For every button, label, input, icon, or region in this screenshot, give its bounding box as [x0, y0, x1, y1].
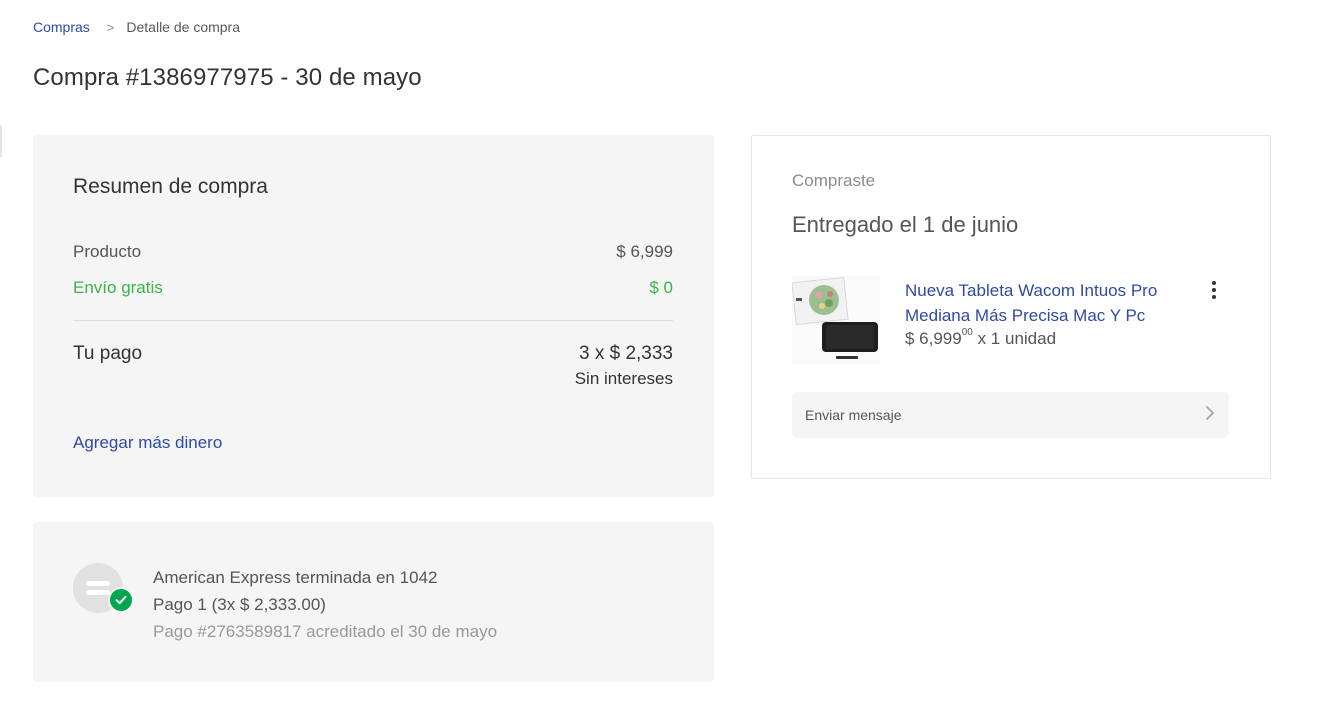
product-value: $ 6,999 — [616, 242, 673, 261]
product-label: Producto — [73, 242, 142, 261]
delivery-status: Entregado el 1 de junio — [792, 212, 1019, 237]
chevron-right-icon — [1205, 405, 1215, 426]
payment-card-name: American Express terminada en 1042 — [153, 568, 438, 587]
summary-title: Resumen de compra — [73, 175, 268, 198]
purchased-item-card: Compraste Entregado el 1 de junio Nueva … — [751, 135, 1271, 479]
payment-amount-block: 3 x $ 2,333 Sin intereses — [575, 343, 673, 389]
send-message-button[interactable]: Enviar mensaje — [792, 392, 1229, 438]
shipping-row: Envío gratis $ 0 — [73, 278, 673, 298]
summary-divider — [73, 320, 673, 321]
payment-row: Tu pago 3 x $ 2,333 Sin intereses — [73, 343, 673, 389]
breadcrumb-link-compras[interactable]: Compras — [33, 19, 90, 35]
shipping-value: $ 0 — [649, 278, 673, 297]
left-edge-divider — [0, 125, 2, 157]
shipping-label: Envío gratis — [73, 278, 163, 297]
purchase-summary-card: Resumen de compra Producto $ 6,999 Envío… — [33, 135, 714, 497]
payment-note: Sin intereses — [574, 369, 673, 388]
product-row: Producto $ 6,999 — [73, 242, 673, 262]
breadcrumb-current: Detalle de compra — [126, 19, 241, 35]
breadcrumb-separator: > — [106, 19, 115, 35]
payment-installment: Pago 1 (3x $ 2,333.00) — [153, 595, 326, 614]
payment-method-details: American Express terminada en 1042 Pago … — [153, 564, 497, 645]
purchased-label: Compraste — [792, 171, 876, 190]
page-title: Compra #1386977975 - 30 de mayo — [33, 64, 422, 91]
add-money-link[interactable]: Agregar más dinero — [73, 433, 222, 453]
breadcrumb: Compras > Detalle de compra — [33, 19, 240, 35]
check-circle-icon — [108, 587, 134, 613]
payment-amount: 3 x $ 2,333 — [578, 343, 673, 364]
product-thumbnail[interactable] — [791, 276, 880, 364]
more-options-icon[interactable] — [1202, 278, 1226, 302]
payment-label: Tu pago — [73, 343, 143, 364]
product-price: $ 6,99900 x 1 unidad — [905, 327, 1057, 349]
product-price-cents: 00 — [961, 327, 973, 338]
send-message-label: Enviar mensaje — [805, 407, 902, 423]
product-quantity: x 1 unidad — [972, 329, 1057, 348]
payment-status: Pago #2763589817 acreditado el 30 de may… — [153, 622, 498, 641]
product-title-link[interactable]: Nueva Tableta Wacom Intuos Pro Mediana M… — [905, 278, 1185, 328]
product-price-amount: $ 6,999 — [905, 329, 962, 348]
payment-method-card: American Express terminada en 1042 Pago … — [33, 522, 714, 682]
